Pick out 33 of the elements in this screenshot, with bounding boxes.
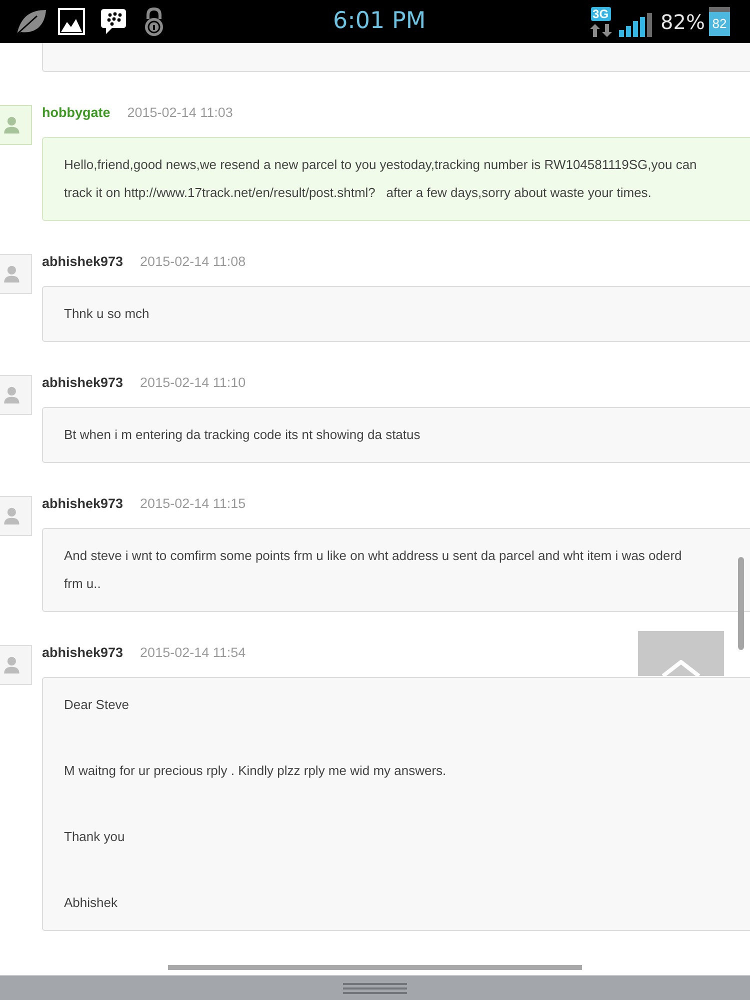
image-icon — [58, 8, 85, 35]
battery-indicator: 82 — [709, 7, 730, 36]
message-text: Thank you — [64, 828, 126, 846]
network-badge: 3G — [590, 6, 611, 20]
chat-bubble-icon — [100, 8, 127, 35]
message-text: Bt when i m entering da tracking code its nt showing da status — [64, 426, 422, 444]
message-time: 2015-02-14 11:03 — [127, 104, 233, 120]
padlock-icon — [143, 6, 165, 36]
message-text: M waitng for ur precious rply . Kindly plzz rply me wid my answers. — [64, 762, 448, 780]
author-name[interactable]: abhishek973 — [42, 374, 124, 390]
back-to-top-button[interactable] — [638, 631, 724, 676]
author-name[interactable]: hobbygate — [42, 104, 110, 120]
horizontal-scrollbar[interactable] — [168, 965, 582, 970]
data-arrows-icon — [590, 24, 612, 36]
battery-percent: 82% — [660, 10, 705, 34]
avatar-icon — [0, 105, 32, 145]
message-time: 2015-02-14 11:10 — [140, 374, 246, 390]
message-text: Hello,friend,good news,we resend a new parcel to you yestoday,tracking number is RW104581119SG,you can track it on http://www.17track.net/en/result/post.shtml? after a few days,sorry about waste your times. — [64, 156, 698, 202]
clock-time: 6:01 PM — [333, 7, 426, 36]
message-text: And steve i wnt to comfirm some points frm u like on wht address u sent da parcel and wht item i was oderd frm u.. — [64, 547, 683, 593]
author-name[interactable]: abhishek973 — [42, 254, 124, 268]
message-time: 2015-02-14 11:08 — [140, 254, 246, 268]
author-name[interactable]: abhishek973 — [42, 496, 124, 510]
signal-icon — [618, 12, 653, 36]
message-time: 2015-02-14 11:54 — [140, 644, 246, 660]
message-text: Thnk u so mch — [64, 305, 150, 323]
leaf-icon — [15, 8, 47, 36]
vertical-scrollbar[interactable] — [738, 557, 744, 650]
drag-handle-icon[interactable] — [343, 982, 407, 994]
author-name[interactable]: abhishek973 — [42, 644, 124, 660]
message-text: Abhishek — [64, 894, 118, 912]
message-text: Dear Steve — [64, 696, 130, 714]
message-time: 2015-02-14 11:15 — [140, 496, 246, 510]
